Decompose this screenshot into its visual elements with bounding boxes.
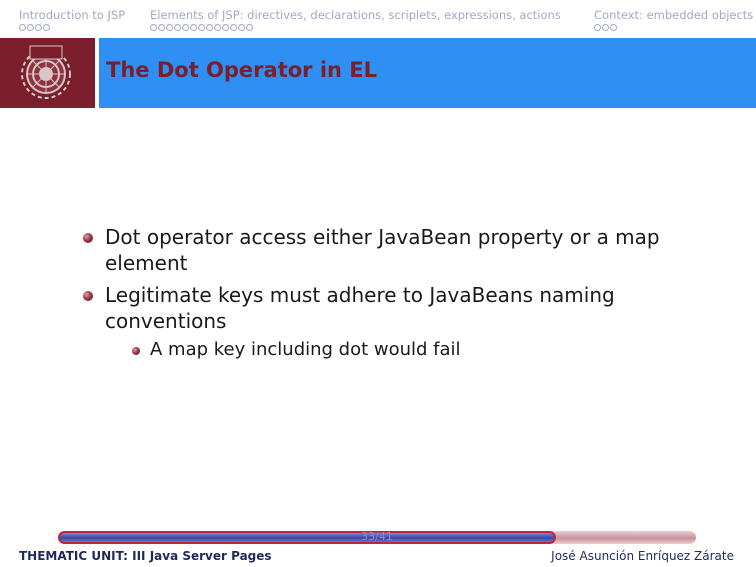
- nav-slide-dot[interactable]: [190, 24, 197, 31]
- nav-slide-dot[interactable]: [166, 24, 173, 31]
- ipn-logo: [0, 38, 95, 108]
- bullet-item: Legitimate keys must adhere to JavaBeans…: [80, 282, 680, 334]
- section-navigation: Introduction to JSP Elements of JSP: dir…: [0, 0, 756, 38]
- nav-slide-dot[interactable]: [43, 24, 50, 31]
- bullet-text: Legitimate keys must adhere to JavaBeans…: [105, 283, 615, 333]
- bullet-icon: [83, 233, 93, 243]
- nav-slide-dot[interactable]: [246, 24, 253, 31]
- ipn-gear-logo-icon: [21, 45, 71, 99]
- nav-slide-dot[interactable]: [158, 24, 165, 31]
- slide-title: The Dot Operator in EL: [106, 58, 378, 82]
- nav-slide-dot[interactable]: [150, 24, 157, 31]
- nav-slide-dot[interactable]: [35, 24, 42, 31]
- nav-slide-dot[interactable]: [222, 24, 229, 31]
- page-number: 33/41: [361, 530, 393, 543]
- nav-slide-dot[interactable]: [610, 24, 617, 31]
- sub-bullet-item: A map key including dot would fail: [80, 338, 680, 362]
- nav-slide-dot[interactable]: [19, 24, 26, 31]
- nav-slide-dot[interactable]: [230, 24, 237, 31]
- nav-slide-dot[interactable]: [174, 24, 181, 31]
- nav-section-context[interactable]: Context: embedded objects: [594, 8, 753, 22]
- nav-slide-dot[interactable]: [594, 24, 601, 31]
- nav-slide-dot[interactable]: [182, 24, 189, 31]
- title-bar: The Dot Operator in EL: [99, 38, 756, 108]
- footer-author: José Asunción Enríquez Zárate: [551, 549, 734, 563]
- nav-slide-dot[interactable]: [27, 24, 34, 31]
- sub-bullet-text: A map key including dot would fail: [150, 339, 461, 360]
- nav-slide-dot[interactable]: [214, 24, 221, 31]
- slide-progress-bar[interactable]: 33/41: [58, 530, 696, 544]
- nav-slide-dot[interactable]: [602, 24, 609, 31]
- nav-slide-dot[interactable]: [238, 24, 245, 31]
- nav-dots-elements[interactable]: [150, 24, 253, 31]
- nav-dots-context[interactable]: [594, 24, 617, 31]
- nav-section-elements[interactable]: Elements of JSP: directives, declaration…: [150, 8, 561, 22]
- nav-section-introduction[interactable]: Introduction to JSP: [19, 8, 125, 22]
- nav-slide-dot[interactable]: [206, 24, 213, 31]
- slide-content: Dot operator access either JavaBean prop…: [80, 224, 680, 362]
- sub-bullet-icon: [132, 347, 140, 355]
- footer-unit-title: THEMATIC UNIT: III Java Server Pages: [19, 549, 272, 563]
- nav-dots-introduction[interactable]: [19, 24, 50, 31]
- bullet-item: Dot operator access either JavaBean prop…: [80, 224, 680, 276]
- nav-slide-dot[interactable]: [198, 24, 205, 31]
- bullet-text: Dot operator access either JavaBean prop…: [105, 225, 660, 275]
- bullet-icon: [83, 291, 93, 301]
